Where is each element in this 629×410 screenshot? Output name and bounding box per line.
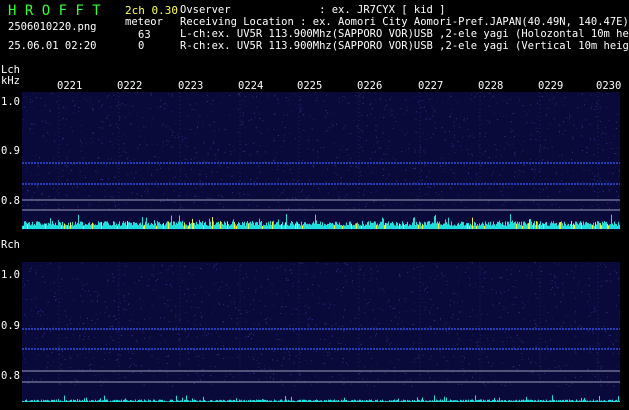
rch-spectrogram (22, 262, 620, 402)
observer-info: Ovserver : ex. JR7CYX [ kid ] (180, 4, 446, 16)
time-tick-0227: 0227 (418, 80, 444, 92)
lch-svg-background (22, 92, 620, 230)
time-tick-0226: 0226 (357, 80, 383, 92)
lch-info: L-ch:ex. UV5R 113.900Mhz(SAPPORO VOR)USB… (180, 28, 629, 40)
time-tick-0223: 0223 (178, 80, 204, 92)
time-tick-0225: 0225 (297, 80, 323, 92)
lch-ytick-1-0: 1.0 (1, 96, 20, 108)
lch-ytick-0-8: 0.8 (1, 195, 20, 207)
rch-ytick-0-8: 0.8 (1, 370, 20, 382)
time-tick-0222: 0222 (117, 80, 143, 92)
time-tick-0230: 0230 (596, 80, 622, 92)
meteor-label: meteor (125, 16, 163, 28)
mode-label: 2ch 0.30 (125, 4, 178, 17)
rch-channel-label: Rch (1, 239, 20, 251)
app-title: H R O F F T (8, 3, 101, 19)
lch-channel-label: Lch (1, 64, 20, 76)
time-tick-0224: 0224 (238, 80, 264, 92)
rch-ytick-0-9: 0.9 (1, 320, 20, 332)
lch-unit-label: kHz (1, 75, 20, 87)
time-tick-0229: 0229 (538, 80, 564, 92)
filename-label: 2506010220.png (8, 21, 97, 33)
time-tick-0228: 0228 (478, 80, 504, 92)
rch-info: R-ch:ex. UV5R 113.900Mhz(SAPPORO VOR)USB… (180, 40, 629, 52)
rch-spectrogram-canvas (22, 262, 620, 402)
meteor-count-lch: 63 (138, 29, 151, 41)
datetime-label: 25.06.01 02:20 (8, 40, 97, 52)
lch-spectrogram (22, 92, 620, 230)
rch-ytick-1-0: 1.0 (1, 269, 20, 281)
time-tick-0221: 0221 (57, 80, 83, 92)
location-info: Receiving Location : ex. Aomori City Aom… (180, 16, 629, 28)
meteor-count-rch: 0 (138, 40, 145, 52)
rch-svg-background (22, 262, 620, 402)
lch-ytick-0-9: 0.9 (1, 145, 20, 157)
lch-spectrogram-canvas (22, 92, 620, 230)
